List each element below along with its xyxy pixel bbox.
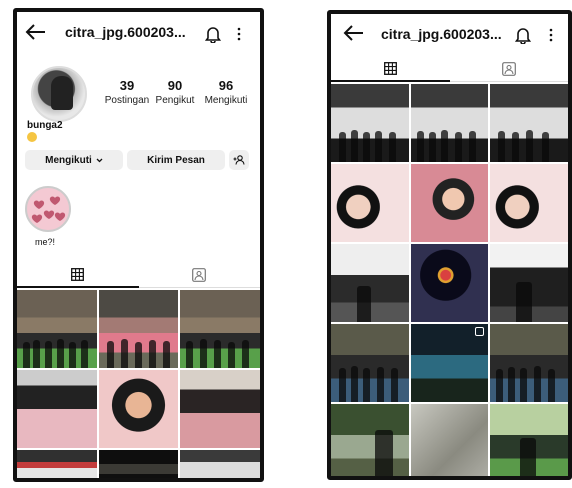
hearts-icon: [31, 196, 66, 223]
add-person-button[interactable]: [229, 150, 249, 170]
grid-post[interactable]: [331, 404, 409, 476]
grid-post[interactable]: [17, 450, 97, 478]
grid-post[interactable]: [331, 324, 409, 402]
grid-post[interactable]: [490, 244, 568, 322]
grid-post[interactable]: [331, 84, 409, 162]
arrow-left-icon[interactable]: [25, 23, 47, 41]
stat-followers-number: 90: [167, 78, 183, 93]
arrow-left-icon[interactable]: [343, 24, 365, 42]
message-button-label: Kirim Pesan: [147, 154, 205, 166]
grid-post[interactable]: [180, 290, 260, 368]
grid-post[interactable]: [410, 244, 489, 322]
bell-icon[interactable]: [515, 26, 531, 44]
stat-followers[interactable]: 90 Pengikut: [151, 78, 199, 106]
feed-screen: citra_jpg.600203...: [331, 14, 568, 476]
grid-post[interactable]: [410, 164, 489, 242]
phone-frame-feed: citra_jpg.600203...: [327, 10, 572, 480]
grid-post[interactable]: [410, 84, 489, 162]
more-vertical-icon[interactable]: [548, 27, 554, 43]
tab-tagged[interactable]: [450, 56, 569, 82]
grid-post[interactable]: [98, 290, 179, 368]
following-button-label: Mengikuti: [45, 154, 92, 166]
profile-tabs: [17, 262, 260, 288]
stat-posts-label: Postingan: [104, 95, 150, 106]
following-button[interactable]: Mengikuti: [25, 150, 123, 170]
grid-post[interactable]: [17, 290, 97, 368]
grid-post[interactable]: [410, 404, 489, 476]
more-vertical-icon[interactable]: [236, 26, 242, 42]
phone-frame-profile: citra_jpg.600203... 39 Postingan 90 Peng…: [13, 8, 264, 482]
stat-followers-label: Pengikut: [155, 95, 195, 106]
grid-post[interactable]: [490, 84, 568, 162]
chevron-down-icon: [96, 158, 103, 162]
multiple-photos-icon: [475, 327, 485, 336]
post-grid: [17, 290, 260, 478]
grid-post[interactable]: [490, 404, 568, 476]
tab-grid[interactable]: [331, 56, 450, 82]
stat-posts[interactable]: 39 Postingan: [101, 78, 153, 106]
stat-following-number: 96: [218, 78, 234, 93]
grid-post[interactable]: [410, 324, 489, 402]
grid-post[interactable]: [490, 324, 568, 402]
grid-post[interactable]: [17, 370, 97, 448]
bio-name: bunga2: [27, 120, 63, 131]
tagged-icon: [192, 268, 207, 282]
profile-screen: citra_jpg.600203... 39 Postingan 90 Peng…: [17, 12, 260, 478]
highlight-label: me?!: [35, 237, 56, 247]
stat-posts-number: 39: [119, 78, 135, 93]
tab-grid[interactable]: [17, 262, 139, 288]
grid-post[interactable]: [490, 164, 568, 242]
profile-tabs: [331, 56, 568, 82]
add-person-icon: [233, 155, 245, 165]
username: citra_jpg.600203...: [65, 24, 186, 40]
grid-icon: [383, 61, 397, 75]
profile-avatar[interactable]: [31, 66, 87, 122]
username: citra_jpg.600203...: [381, 26, 502, 42]
message-button[interactable]: Kirim Pesan: [127, 150, 225, 170]
stat-following-label: Mengikuti: [204, 95, 248, 106]
grid-post[interactable]: [98, 450, 179, 478]
story-highlight[interactable]: [25, 186, 71, 232]
grid-icon: [71, 267, 85, 281]
tagged-icon: [501, 62, 516, 76]
tab-tagged[interactable]: [139, 262, 261, 288]
top-bar: citra_jpg.600203...: [331, 14, 568, 56]
grid-post[interactable]: [180, 370, 260, 448]
grid-post[interactable]: [98, 370, 179, 448]
top-bar: citra_jpg.600203...: [17, 12, 260, 54]
grid-post[interactable]: [331, 164, 409, 242]
stat-following[interactable]: 96 Mengikuti: [199, 78, 253, 106]
emoji-icon: [27, 132, 37, 142]
grid-post[interactable]: [180, 450, 260, 478]
post-grid: [331, 84, 568, 476]
grid-post[interactable]: [331, 244, 409, 322]
bell-icon[interactable]: [205, 25, 221, 43]
